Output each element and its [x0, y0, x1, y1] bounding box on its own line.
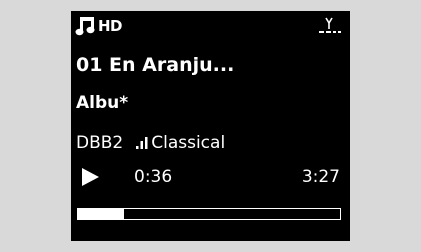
- station-label: DBB2: [76, 133, 124, 153]
- music-note-icon: [75, 17, 95, 36]
- total-time: 3:27: [301, 167, 340, 187]
- album-name: Albu*: [76, 93, 129, 113]
- status-bar: HD: [71, 11, 350, 41]
- track-title: 01 En Aranju...: [76, 54, 235, 76]
- source-label: HD: [98, 17, 123, 35]
- equalizer-icon: [136, 137, 148, 149]
- progress-bar: [77, 208, 341, 220]
- track-info: DBB2 Classical: [76, 131, 225, 155]
- progress-fill: [78, 209, 124, 219]
- antenna-icon: [319, 17, 341, 33]
- display-screen: HD 01 En Aranju... Albu* DBB2 Classical …: [71, 11, 350, 241]
- source-indicator: HD: [75, 15, 123, 37]
- elapsed-time: 0:36: [134, 167, 173, 187]
- transport-row: 0:36 3:27: [71, 163, 350, 191]
- genre-label: Classical: [151, 133, 226, 153]
- play-icon: [82, 168, 99, 186]
